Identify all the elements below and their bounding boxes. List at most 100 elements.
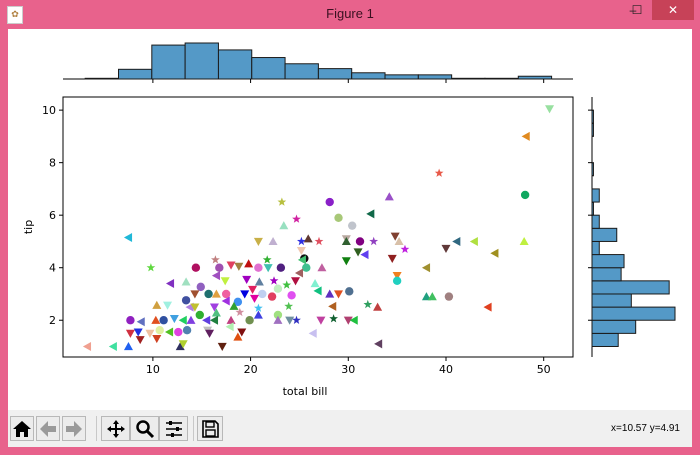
histogram-bar [591, 280, 670, 295]
data-point [317, 263, 327, 272]
data-point [313, 286, 322, 296]
data-point [123, 341, 133, 351]
data-point [136, 317, 145, 327]
data-point [444, 292, 454, 301]
data-point [244, 259, 254, 268]
back-button[interactable] [36, 416, 60, 441]
sliders-icon [165, 420, 182, 437]
data-point [209, 303, 219, 312]
data-point [347, 221, 357, 230]
y-axis-label: tip [22, 220, 35, 234]
data-point [226, 315, 236, 324]
data-point [277, 197, 287, 206]
data-point [363, 299, 373, 309]
move-icon [106, 419, 125, 438]
data-point [387, 254, 397, 264]
title-bar: ✿ Figure 1 – ☐ ✕ [0, 0, 700, 28]
data-point [123, 233, 133, 243]
data-point [258, 289, 267, 299]
data-point [211, 255, 220, 264]
data-point [490, 248, 499, 258]
data-point [254, 277, 264, 286]
data-point [151, 315, 161, 324]
data-point [217, 342, 227, 351]
data-point [308, 328, 317, 338]
data-point [133, 328, 143, 337]
data-point [392, 276, 402, 286]
data-point [145, 329, 155, 338]
floppy-icon [202, 419, 219, 438]
navigation-toolbar: x=10.57 y=4.91 [8, 410, 692, 447]
pan-button[interactable] [101, 416, 130, 441]
data-point [469, 236, 478, 246]
x-tick-label: 40 [439, 363, 453, 376]
data-point [240, 290, 250, 299]
y-tick-label: 8 [49, 157, 56, 170]
histogram-bar [591, 201, 594, 216]
data-point [325, 197, 334, 207]
data-point [268, 236, 278, 246]
data-point [310, 278, 320, 288]
data-point [353, 248, 363, 257]
marginal-y-histogram [588, 97, 676, 357]
data-point [341, 236, 351, 246]
data-point [159, 316, 168, 325]
data-point [155, 326, 164, 335]
data-point [190, 290, 200, 299]
data-point [181, 277, 191, 286]
forward-button[interactable] [62, 416, 86, 441]
toolbar-separator [193, 416, 194, 441]
data-point [245, 316, 254, 325]
histogram-bar [591, 214, 600, 229]
data-point [253, 237, 263, 246]
histogram-bar [591, 240, 600, 256]
data-point [452, 236, 461, 246]
data-point [267, 292, 277, 301]
data-point [191, 263, 201, 272]
data-point [178, 315, 187, 325]
data-point [441, 244, 451, 254]
x-tick-label: 10 [146, 363, 160, 376]
data-point [204, 289, 213, 299]
close-button[interactable]: ✕ [652, 0, 694, 20]
data-point [253, 310, 263, 319]
data-point [366, 209, 375, 219]
data-point [314, 236, 324, 246]
data-point [427, 292, 437, 301]
data-point [292, 214, 301, 223]
configure-subplots-button[interactable] [159, 416, 188, 441]
data-point [520, 190, 530, 200]
data-point [384, 192, 394, 201]
joint-plot: 10 20 30 40 50 2 4 6 8 10 total bill tip [22, 42, 676, 398]
data-point [519, 236, 529, 246]
data-point [334, 213, 343, 223]
data-point [174, 327, 183, 337]
home-button[interactable] [10, 416, 34, 441]
data-point [125, 329, 135, 338]
data-point [146, 263, 156, 272]
data-point [254, 263, 263, 272]
data-point [262, 255, 272, 264]
histogram-bar [417, 74, 453, 80]
data-point [242, 275, 252, 285]
data-point [164, 327, 174, 337]
data-point [294, 268, 304, 278]
histogram-bar [351, 72, 386, 80]
x-tick-label: 20 [244, 363, 258, 376]
histogram-bar [591, 254, 625, 269]
save-button[interactable] [197, 416, 223, 441]
data-point [181, 296, 191, 305]
data-point [341, 257, 351, 266]
figure-canvas[interactable]: 10 20 30 40 50 2 4 6 8 10 total bill tip [8, 29, 692, 410]
histogram-bar [591, 122, 594, 137]
data-point [521, 131, 530, 141]
histogram-bar [591, 306, 676, 321]
maximize-button[interactable]: ☐ [626, 0, 648, 20]
histogram-bar [517, 75, 553, 80]
histogram-bar [151, 44, 186, 80]
data-point [249, 294, 259, 303]
y-tick-label: 10 [42, 104, 56, 117]
data-point [285, 316, 295, 325]
zoom-button[interactable] [130, 416, 159, 441]
data-point [126, 316, 135, 325]
